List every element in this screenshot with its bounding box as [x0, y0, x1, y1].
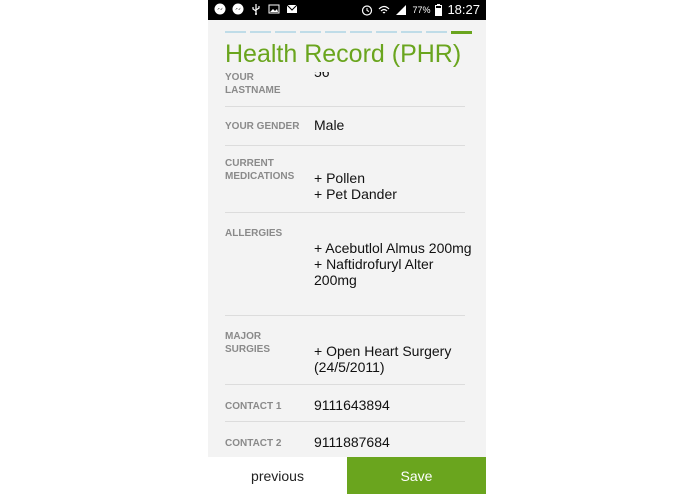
status-time: 18:27 — [447, 2, 480, 17]
row-label: CURRENT MEDICATIONS — [225, 158, 295, 182]
row-value: + Acebutlol Almus 200mg + Naftidrofuryl … — [314, 240, 472, 288]
progress-step — [250, 31, 272, 33]
row-label: MAJOR SURGIES — [225, 331, 271, 355]
usb-icon — [252, 4, 260, 15]
battery-percent: 77% — [412, 4, 431, 15]
record-row: MAJOR SURGIES + Open Heart Surgery (24/5… — [225, 316, 465, 385]
progress-step — [350, 31, 372, 33]
previous-button[interactable]: previous — [208, 457, 347, 494]
page-title: Health Record (PHR) — [225, 40, 462, 68]
signal-icon — [396, 4, 407, 15]
bottom-action-bar: previous Save — [208, 457, 486, 494]
row-label: ALLERGIES — [225, 228, 283, 239]
row-value: Male — [314, 117, 345, 133]
status-icons-right: 77% 18:27 — [361, 2, 480, 17]
row-label: YOUR GENDER — [225, 121, 300, 132]
phone-screen: 77% 18:27 Health Record (PHR) YOUR LASTN… — [208, 0, 486, 494]
row-value: 9111643894 — [314, 397, 390, 413]
step-progress — [225, 31, 472, 34]
record-row: CONTACT 1 9111643894 — [225, 385, 465, 422]
mail-icon — [286, 4, 298, 13]
row-value: 9111887684 — [314, 434, 390, 450]
status-bar: 77% 18:27 — [208, 0, 486, 20]
progress-step — [375, 31, 397, 33]
record-row: CURRENT MEDICATIONS + Pollen + Pet Dande… — [225, 146, 465, 213]
messenger-icon — [214, 3, 226, 15]
progress-step — [325, 31, 347, 33]
record-row: CONTACT 2 9111887684 — [225, 422, 465, 457]
row-label: CONTACT 1 — [225, 401, 282, 412]
save-button[interactable]: Save — [347, 457, 486, 494]
record-row: YOUR LASTNAME 56 — [225, 72, 465, 107]
progress-step — [275, 31, 297, 33]
row-label: YOUR LASTNAME — [225, 72, 281, 96]
row-value: 56 — [314, 72, 330, 80]
record-list[interactable]: YOUR LASTNAME 56 YOUR GENDER Male CURREN… — [208, 72, 486, 457]
battery-icon — [435, 3, 443, 16]
wifi-icon — [379, 5, 390, 13]
row-label: CONTACT 2 — [225, 438, 282, 449]
row-value: + Open Heart Surgery (24/5/2011) — [314, 343, 452, 375]
row-value: + Pollen + Pet Dander — [314, 170, 397, 202]
progress-step — [225, 31, 247, 33]
messenger-icon — [232, 3, 244, 15]
progress-step — [425, 31, 447, 33]
record-row: YOUR GENDER Male — [225, 106, 465, 146]
status-icons-left — [214, 3, 298, 15]
alarm-icon — [362, 4, 373, 16]
image-icon — [268, 4, 280, 14]
progress-step — [400, 31, 422, 33]
progress-step — [300, 31, 322, 33]
progress-step-current — [450, 31, 472, 34]
record-row: ALLERGIES + Acebutlol Almus 200mg + Naft… — [225, 213, 472, 316]
